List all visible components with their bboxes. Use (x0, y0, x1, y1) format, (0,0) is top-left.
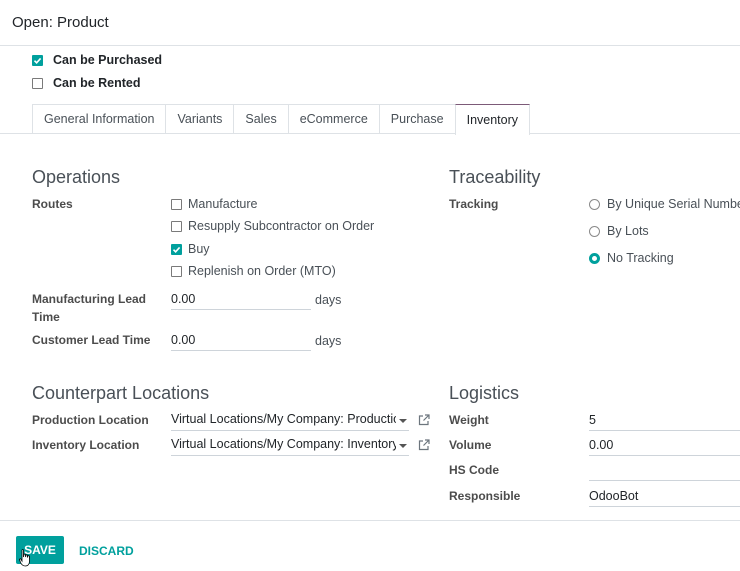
can-be-purchased-checkbox[interactable] (32, 54, 43, 66)
can-be-rented-checkbox[interactable] (32, 77, 43, 89)
tracking-lots-option[interactable]: By Lots (589, 224, 649, 238)
route-resupply-label: Resupply Subcontractor on Order (188, 219, 375, 233)
customer-lead-unit: days (315, 334, 342, 348)
weight-input[interactable]: 5 (589, 411, 740, 431)
volume-label: Volume (449, 438, 492, 452)
route-manufacture-checkbox[interactable] (171, 198, 182, 210)
check-icon (33, 57, 42, 64)
product-tabs: General Information Variants Sales eComm… (32, 104, 531, 135)
external-link-icon[interactable] (417, 438, 431, 452)
weight-label: Weight (449, 413, 489, 427)
discard-button[interactable]: DISCARD (79, 544, 134, 558)
production-location-value: Virtual Locations/My Company: Production (171, 412, 396, 426)
route-buy[interactable]: Buy (171, 242, 210, 256)
tracking-none-radio[interactable] (589, 252, 600, 264)
route-mto-label: Replenish on Order (MTO) (188, 264, 336, 278)
route-resupply-checkbox[interactable] (171, 220, 182, 232)
tab-general-information[interactable]: General Information (32, 104, 167, 133)
tab-sales[interactable]: Sales (233, 104, 289, 133)
tab-inventory[interactable]: Inventory (454, 104, 531, 135)
traceability-title: Traceability (449, 167, 541, 187)
route-mto-checkbox[interactable] (171, 265, 182, 277)
inventory-location-select[interactable]: Virtual Locations/My Company: Inventory … (171, 436, 409, 456)
tracking-serial-radio[interactable] (589, 198, 600, 210)
can-be-purchased-label: Can be Purchased (53, 53, 163, 67)
responsible-input[interactable]: OdooBot (589, 487, 740, 507)
volume-input[interactable]: 0.00 (589, 436, 740, 456)
footer-divider (0, 520, 740, 521)
tracking-label: Tracking (449, 197, 499, 211)
route-resupply-subcontractor[interactable]: Resupply Subcontractor on Order (171, 219, 374, 233)
inventory-location-label: Inventory Location (32, 438, 140, 452)
counterpart-title: Counterpart Locations (32, 383, 210, 403)
hs-code-label: HS Code (449, 463, 500, 477)
dialog-title: Open: Product (12, 14, 109, 31)
routes-label: Routes (32, 197, 73, 211)
tracking-none-option[interactable]: No Tracking (589, 251, 674, 265)
dialog-header: Open: Product (0, 0, 740, 46)
production-location-label: Production Location (32, 413, 149, 427)
tracking-lots-label: By Lots (607, 224, 649, 238)
tab-purchase[interactable]: Purchase (378, 104, 456, 133)
route-manufacture[interactable]: Manufacture (171, 197, 257, 211)
can-be-rented-label: Can be Rented (53, 76, 141, 90)
tracking-lots-radio[interactable] (589, 225, 600, 237)
manufacturing-lead-input[interactable]: 0.00 (171, 290, 311, 310)
customer-lead-label: Customer Lead Time (32, 333, 151, 347)
external-link-icon[interactable] (417, 413, 431, 427)
manufacturing-lead-label-cont: Time (32, 310, 60, 324)
product-dialog: Open: Product Can be Purchased Can be Re… (0, 0, 740, 571)
responsible-label: Responsible (449, 489, 521, 503)
tracking-serial-label: By Unique Serial Number (607, 197, 740, 211)
manufacturing-lead-unit: days (315, 293, 342, 307)
caret-down-icon[interactable] (399, 444, 407, 448)
tracking-serial-option[interactable]: By Unique Serial Number (589, 197, 740, 211)
caret-down-icon[interactable] (399, 419, 407, 423)
route-manufacture-label: Manufacture (188, 197, 258, 211)
can-be-purchased-checkbox-row[interactable]: Can be Purchased (32, 53, 162, 67)
can-be-rented-checkbox-row[interactable]: Can be Rented (32, 76, 141, 90)
customer-lead-input[interactable]: 0.00 (171, 331, 311, 351)
check-icon (172, 246, 181, 253)
tab-ecommerce[interactable]: eCommerce (287, 104, 380, 133)
route-mto[interactable]: Replenish on Order (MTO) (171, 264, 336, 278)
tab-variants[interactable]: Variants (165, 104, 235, 133)
tracking-none-label: No Tracking (607, 251, 674, 265)
route-buy-checkbox[interactable] (171, 243, 182, 255)
route-buy-label: Buy (188, 242, 210, 256)
hs-code-input[interactable] (589, 461, 740, 481)
manufacturing-lead-label: Manufacturing Lead (32, 292, 147, 306)
inventory-location-value: Virtual Locations/My Company: Inventory … (171, 437, 396, 451)
pointer-cursor-icon (19, 549, 30, 567)
logistics-title: Logistics (449, 383, 520, 403)
operations-title: Operations (32, 167, 121, 187)
production-location-select[interactable]: Virtual Locations/My Company: Production (171, 411, 409, 431)
